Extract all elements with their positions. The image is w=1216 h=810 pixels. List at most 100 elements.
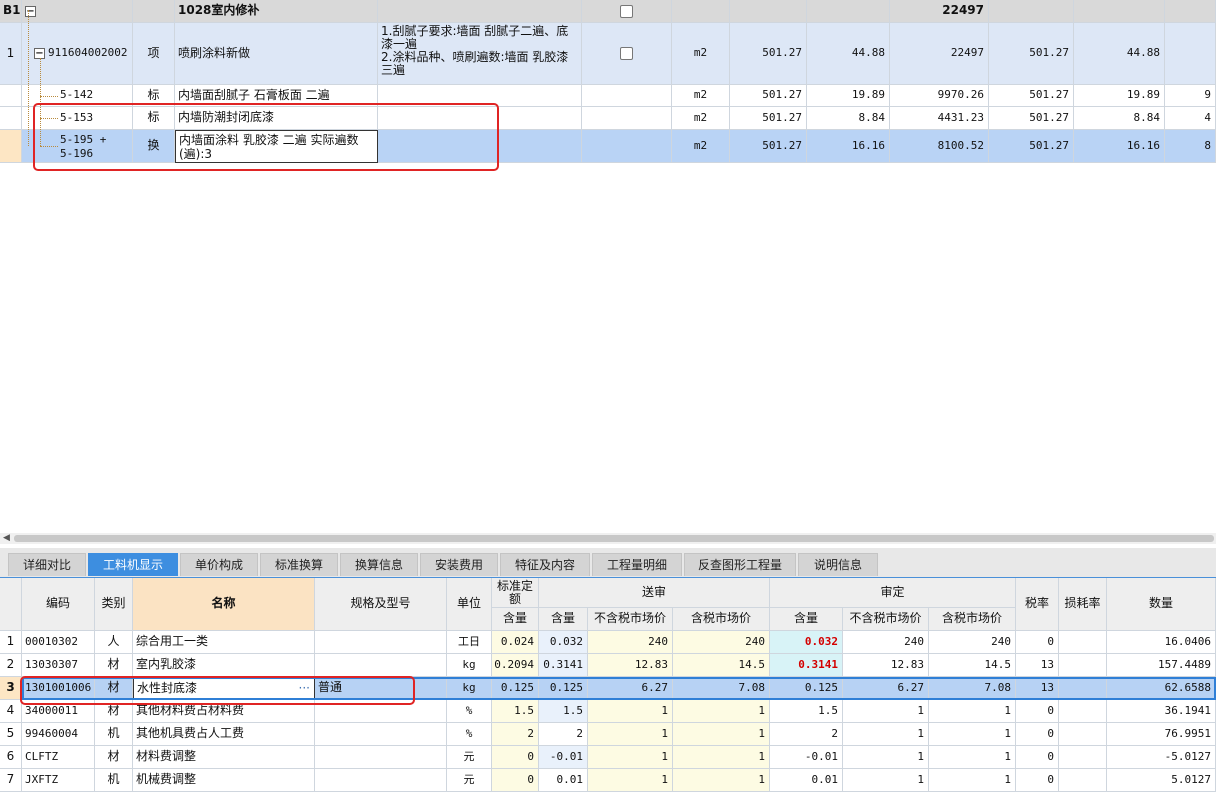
tab-unit-price-composition[interactable]: 单价构成 (180, 553, 258, 576)
tab-description[interactable]: 说明信息 (798, 553, 878, 576)
col-std-qty[interactable]: 含量 (492, 608, 539, 631)
approve-price-ex[interactable]: 1 (843, 746, 929, 769)
resource-spec[interactable] (315, 746, 447, 769)
approve-qty[interactable]: 0.3141 (770, 654, 843, 677)
submit-qty[interactable]: 0.125 (539, 677, 588, 700)
col-submit-qty[interactable]: 含量 (539, 608, 588, 631)
approve-price-in[interactable]: 14.5 (929, 654, 1016, 677)
submit-price-in[interactable]: 7.08 (673, 677, 770, 700)
approve-price-ex[interactable]: 1 (843, 700, 929, 723)
resource-spec[interactable] (315, 769, 447, 792)
item-checkbox-cell[interactable] (582, 23, 672, 85)
tax-rate[interactable]: 0 (1016, 746, 1059, 769)
item-code-cell[interactable]: −911604002002 (22, 23, 133, 85)
col-category[interactable]: 类别 (95, 578, 133, 631)
approve-qty[interactable]: 2 (770, 723, 843, 746)
loss-rate[interactable] (1059, 723, 1107, 746)
approve-price-in[interactable]: 1 (929, 700, 1016, 723)
collapse-icon[interactable]: − (25, 5, 36, 17)
submit-price-ex[interactable]: 1 (588, 769, 673, 792)
resource-spec[interactable] (315, 631, 447, 654)
col-approve-qty[interactable]: 含量 (770, 608, 843, 631)
approve-qty[interactable]: 1.5 (770, 700, 843, 723)
horizontal-scrollbar[interactable]: ◀ (0, 533, 1216, 544)
loss-rate[interactable] (1059, 654, 1107, 677)
resource-name[interactable]: 机械费调整 (133, 769, 315, 792)
resource-code[interactable]: 13030307 (22, 654, 95, 677)
approve-price-ex[interactable]: 6.27 (843, 677, 929, 700)
tax-rate[interactable]: 0 (1016, 723, 1059, 746)
tab-detail-compare[interactable]: 详细对比 (8, 553, 86, 576)
submit-price-in[interactable]: 1 (673, 723, 770, 746)
col-spec[interactable]: 规格及型号 (315, 578, 447, 631)
loss-rate[interactable] (1059, 746, 1107, 769)
approve-price-in[interactable]: 1 (929, 723, 1016, 746)
submit-price-ex[interactable]: 1 (588, 746, 673, 769)
resource-name[interactable]: 材料费调整 (133, 746, 315, 769)
col-unit[interactable]: 单位 (447, 578, 492, 631)
item-name[interactable]: 喷刷涂料新做 (175, 23, 378, 85)
scroll-left-icon[interactable]: ◀ (3, 533, 10, 543)
approve-price-ex[interactable]: 12.83 (843, 654, 929, 677)
resource-code[interactable]: 99460004 (22, 723, 95, 746)
approve-price-in[interactable]: 1 (929, 746, 1016, 769)
tax-rate[interactable]: 13 (1016, 677, 1059, 700)
col-submit-price-ex[interactable]: 不含税市场价 (588, 608, 673, 631)
approve-price-in[interactable]: 1 (929, 769, 1016, 792)
col-name[interactable]: 名称 (133, 578, 315, 631)
resource-spec[interactable] (315, 654, 447, 677)
tab-install-fee[interactable]: 安装费用 (420, 553, 498, 576)
tab-features[interactable]: 特征及内容 (500, 553, 590, 576)
approve-price-ex[interactable]: 1 (843, 769, 929, 792)
tax-rate[interactable]: 0 (1016, 769, 1059, 792)
submit-qty[interactable]: -0.01 (539, 746, 588, 769)
approve-qty[interactable]: -0.01 (770, 746, 843, 769)
group-checkbox-cell[interactable] (582, 0, 672, 23)
submit-price-in[interactable]: 14.5 (673, 654, 770, 677)
approve-price-in[interactable]: 240 (929, 631, 1016, 654)
submit-qty[interactable]: 0.01 (539, 769, 588, 792)
resource-name[interactable]: 其他机具费占人工费 (133, 723, 315, 746)
submit-price-ex[interactable]: 12.83 (588, 654, 673, 677)
checkbox[interactable] (620, 47, 633, 60)
col-tax-rate[interactable]: 税率 (1016, 578, 1059, 631)
submit-price-ex[interactable]: 6.27 (588, 677, 673, 700)
tax-rate[interactable]: 0 (1016, 700, 1059, 723)
group-toggle-cell[interactable]: − (22, 0, 133, 23)
loss-rate[interactable] (1059, 631, 1107, 654)
col-approve-price-in[interactable]: 含税市场价 (929, 608, 1016, 631)
submit-qty[interactable]: 0.3141 (539, 654, 588, 677)
submit-price-in[interactable]: 1 (673, 746, 770, 769)
tab-conversion-info[interactable]: 换算信息 (340, 553, 418, 576)
approve-qty[interactable]: 0.125 (770, 677, 843, 700)
tab-standard-conversion[interactable]: 标准换算 (260, 553, 338, 576)
col-amount[interactable]: 数量 (1107, 578, 1216, 631)
loss-rate[interactable] (1059, 677, 1107, 700)
checkbox[interactable] (620, 4, 633, 18)
approve-price-in[interactable]: 7.08 (929, 677, 1016, 700)
resource-code[interactable]: CLFTZ (22, 746, 95, 769)
submit-price-in[interactable]: 240 (673, 631, 770, 654)
scrollbar-thumb[interactable] (14, 535, 1214, 542)
approve-qty[interactable]: 0.032 (770, 631, 843, 654)
tab-reverse-lookup[interactable]: 反查图形工程量 (684, 553, 796, 576)
resource-code[interactable]: JXFTZ (22, 769, 95, 792)
approve-price-ex[interactable]: 1 (843, 723, 929, 746)
submit-price-in[interactable]: 1 (673, 769, 770, 792)
col-std-quota[interactable]: 标准定额 (492, 578, 539, 608)
tab-quantity-detail[interactable]: 工程量明细 (592, 553, 682, 576)
submit-qty[interactable]: 1.5 (539, 700, 588, 723)
resource-spec[interactable] (315, 723, 447, 746)
loss-rate[interactable] (1059, 700, 1107, 723)
loss-rate[interactable] (1059, 769, 1107, 792)
col-loss-rate[interactable]: 损耗率 (1059, 578, 1107, 631)
resource-name[interactable]: 综合用工一类 (133, 631, 315, 654)
submit-price-ex[interactable]: 240 (588, 631, 673, 654)
resource-name[interactable]: 室内乳胶漆 (133, 654, 315, 677)
tab-labor-material-machine[interactable]: 工料机显示 (88, 553, 178, 576)
tax-rate[interactable]: 13 (1016, 654, 1059, 677)
submit-qty[interactable]: 0.032 (539, 631, 588, 654)
col-approve-price-ex[interactable]: 不含税市场价 (843, 608, 929, 631)
item-feature-desc[interactable]: 1.刮腻子要求:墙面 刮腻子二遍、底 漆一遍 2.涂料品种、喷刷遍数:墙面 乳胶… (378, 23, 582, 85)
submit-price-ex[interactable]: 1 (588, 700, 673, 723)
